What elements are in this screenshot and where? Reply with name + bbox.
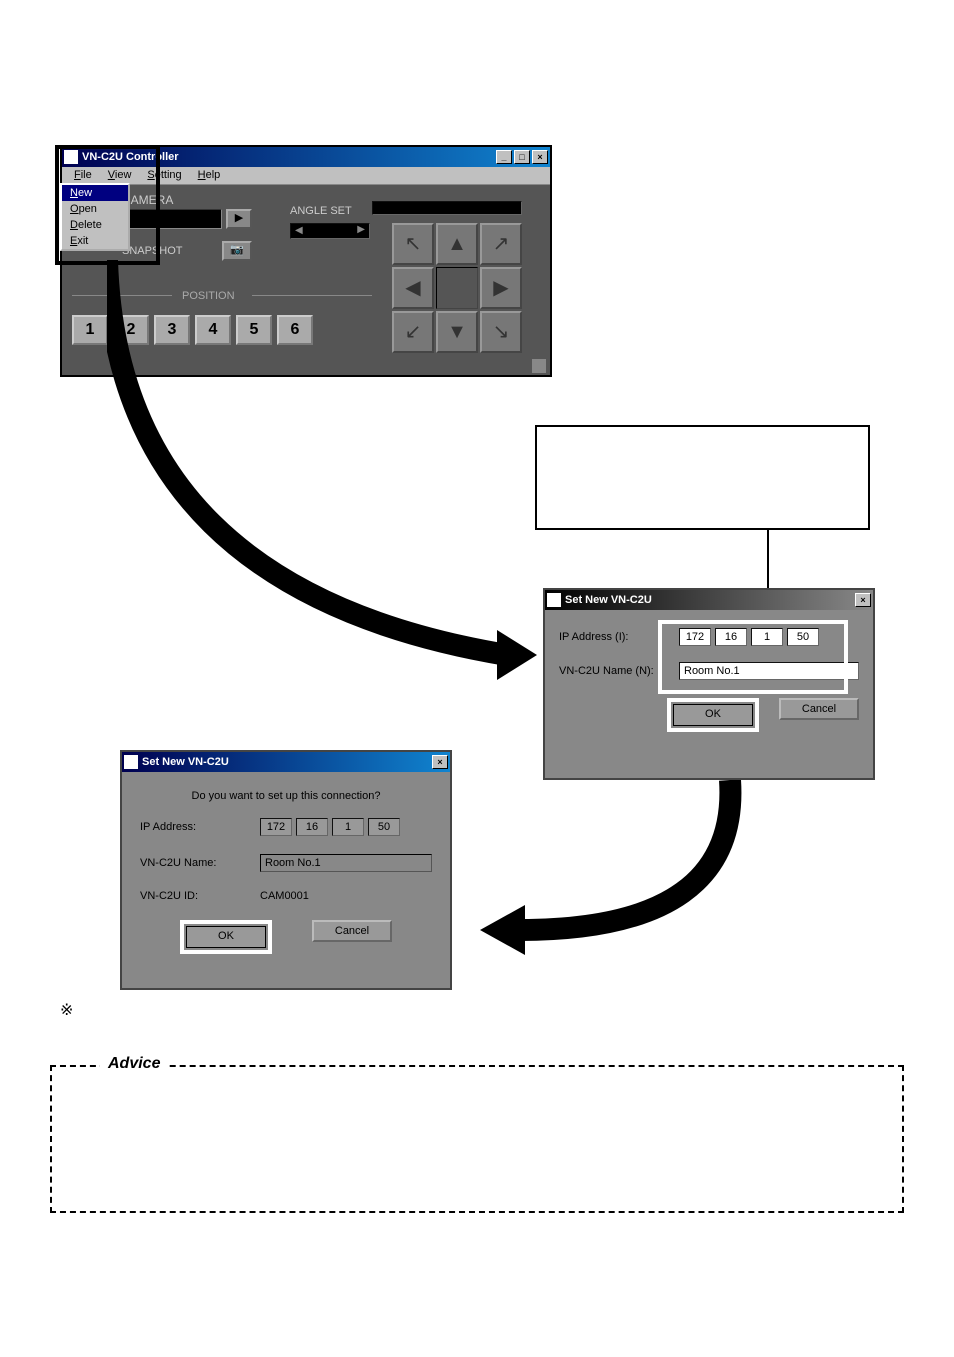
menu-view[interactable]: View	[100, 167, 140, 184]
titlebar: Set New VN-C2U ×	[122, 752, 450, 772]
divider	[252, 295, 372, 296]
dpad-up[interactable]: ▲	[436, 223, 478, 265]
angle-label: ANGLE SET	[290, 205, 352, 217]
prompt-text: Do you want to set up this connection?	[140, 790, 432, 802]
app-icon	[547, 593, 561, 607]
position-5[interactable]: 5	[236, 315, 272, 345]
set-new-dialog: Set New VN-C2U × IP Address (I): 172 16 …	[543, 588, 875, 780]
ip-segment-4[interactable]: 50	[787, 628, 819, 646]
camera-display	[122, 209, 222, 229]
ip-display-3: 1	[332, 818, 364, 836]
app-icon	[64, 150, 78, 164]
name-display: Room No.1	[260, 854, 432, 872]
menu-setting[interactable]: Setting	[139, 167, 189, 184]
window-title: VN-C2U Controller	[82, 151, 179, 163]
ok-highlight: OK	[667, 698, 759, 732]
play-button[interactable]: ▶	[226, 209, 252, 229]
confirm-dialog: Set New VN-C2U × Do you want to set up t…	[120, 750, 452, 990]
name-label: VN-C2U Name:	[140, 857, 240, 869]
position-1[interactable]: 1	[72, 315, 108, 345]
dpad-right[interactable]: ▶	[480, 267, 522, 309]
callout-box	[535, 425, 870, 530]
cancel-button[interactable]: Cancel	[312, 920, 392, 942]
menu-delete[interactable]: Delete	[62, 217, 128, 233]
ip-segment-3[interactable]: 1	[751, 628, 783, 646]
ok-button[interactable]: OK	[673, 704, 753, 726]
dialog-title: Set New VN-C2U	[565, 594, 652, 606]
ip-segment-1[interactable]: 172	[679, 628, 711, 646]
position-buttons: 1 2 3 4 5 6	[72, 315, 313, 345]
close-button[interactable]: ×	[855, 593, 871, 607]
menu-file[interactable]: File	[66, 167, 100, 184]
dpad-center	[436, 267, 478, 309]
dpad: ↖ ▲ ↗ ◀ ▶ ↙ ▼ ↘	[392, 223, 522, 353]
name-label: VN-C2U Name (N):	[559, 665, 659, 677]
dpad-down[interactable]: ▼	[436, 311, 478, 353]
position-3[interactable]: 3	[154, 315, 190, 345]
titlebar: Set New VN-C2U ×	[545, 590, 873, 610]
advice-label: Advice	[100, 1055, 168, 1073]
menu-open[interactable]: Open	[62, 201, 128, 217]
close-button[interactable]: ×	[532, 150, 548, 164]
ip-display-4: 50	[368, 818, 400, 836]
menu-exit[interactable]: Exit	[62, 233, 128, 249]
advice-box	[50, 1065, 904, 1213]
cancel-button[interactable]: Cancel	[779, 698, 859, 720]
dpad-up-left[interactable]: ↖	[392, 223, 434, 265]
ok-highlight: OK	[180, 920, 272, 954]
ok-button[interactable]: OK	[186, 926, 266, 948]
position-2[interactable]: 2	[113, 315, 149, 345]
id-display: CAM0001	[260, 890, 309, 902]
flow-arrow-2	[470, 780, 750, 960]
divider	[72, 295, 172, 296]
controller-body: CAMERA ▶ SNAPSHOT 📷 ANGLE SET ◀▶ ↖ ▲ ↗ ◀…	[62, 185, 550, 377]
angle-display	[372, 201, 522, 215]
dpad-down-right[interactable]: ↘	[480, 311, 522, 353]
controller-window: VN-C2U Controller _ □ × File View Settin…	[60, 145, 552, 377]
ip-segment-2[interactable]: 16	[715, 628, 747, 646]
resize-grip[interactable]	[532, 359, 546, 373]
dpad-left[interactable]: ◀	[392, 267, 434, 309]
menubar: File View Setting Help	[62, 167, 550, 185]
dialog-title: Set New VN-C2U	[142, 756, 229, 768]
ip-display-2: 16	[296, 818, 328, 836]
minimize-button[interactable]: _	[496, 150, 512, 164]
maximize-button[interactable]: □	[514, 150, 530, 164]
name-input[interactable]: Room No.1	[679, 662, 859, 680]
dpad-up-right[interactable]: ↗	[480, 223, 522, 265]
app-icon	[124, 755, 138, 769]
position-label: POSITION	[182, 290, 235, 302]
reference-mark: ※	[60, 1000, 73, 1020]
position-4[interactable]: 4	[195, 315, 231, 345]
file-dropdown: New Open Delete Exit	[60, 183, 130, 251]
ip-label: IP Address:	[140, 821, 240, 833]
menu-help[interactable]: Help	[190, 167, 229, 184]
angle-arrows[interactable]: ◀▶	[290, 223, 370, 239]
snapshot-button[interactable]: 📷	[222, 241, 252, 261]
menu-new[interactable]: New	[62, 185, 128, 201]
close-button[interactable]: ×	[432, 755, 448, 769]
ip-label: IP Address (I):	[559, 631, 659, 643]
position-6[interactable]: 6	[277, 315, 313, 345]
dpad-down-left[interactable]: ↙	[392, 311, 434, 353]
ip-display-1: 172	[260, 818, 292, 836]
id-label: VN-C2U ID:	[140, 890, 240, 902]
snapshot-label: SNAPSHOT	[122, 245, 183, 257]
titlebar: VN-C2U Controller _ □ ×	[62, 147, 550, 167]
